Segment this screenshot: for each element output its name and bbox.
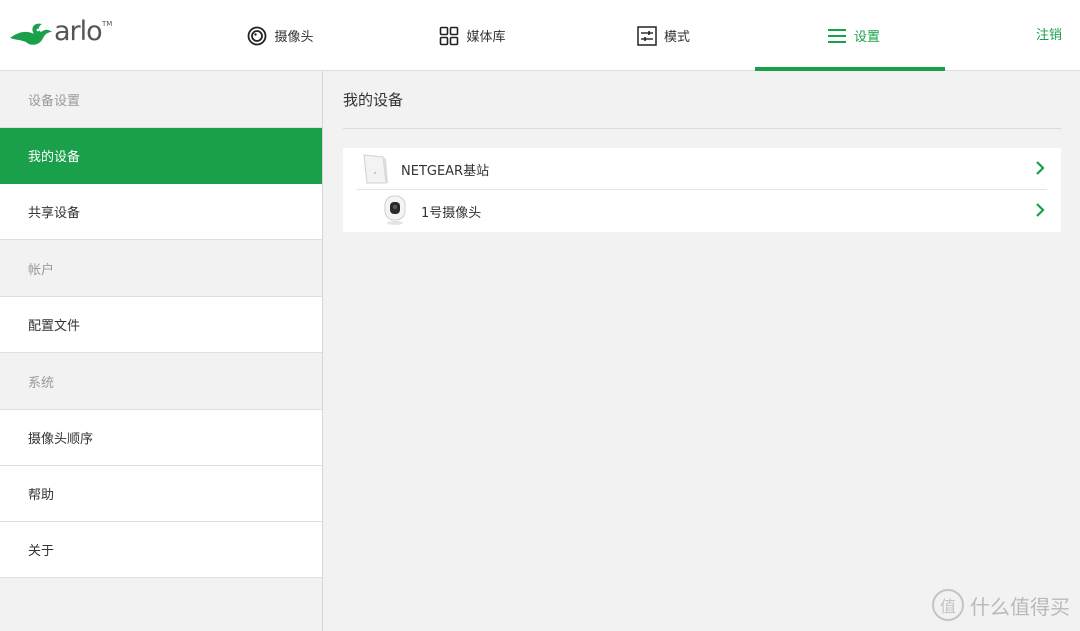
chevron-right-icon: [1036, 203, 1045, 217]
sidebar-item-camera-order[interactable]: 摄像头顺序: [0, 410, 322, 466]
watermark: 值 什么值得买: [932, 589, 1070, 621]
top-header: arlo TM 摄像头 媒体库 模式 设置 注销: [0, 0, 1080, 71]
main-content: 我的设备 NETGEAR基站 1号摄像头: [324, 71, 1080, 631]
nav-tab-label: 模式: [663, 30, 690, 45]
sidebar-item-help[interactable]: 帮助: [0, 466, 322, 522]
device-list: NETGEAR基站 1号摄像头: [343, 148, 1061, 232]
nav-tab-library[interactable]: 媒体库: [432, 0, 512, 71]
sidebar-item-my-devices[interactable]: 我的设备: [0, 128, 322, 184]
watermark-text: 什么值得买: [970, 594, 1070, 619]
nav-tab-modes[interactable]: 模式: [630, 0, 696, 71]
logo-wordmark: arlo: [54, 16, 103, 47]
nav-tab-label: 摄像头: [274, 30, 314, 45]
base-station-icon: [363, 154, 388, 184]
title-divider: [343, 128, 1061, 129]
device-name: 1号摄像头: [421, 206, 482, 221]
nav-tab-cameras[interactable]: 摄像头: [240, 0, 320, 71]
sidebar-item-shared-devices[interactable]: 共享设备: [0, 184, 322, 240]
sidebar-item-profile[interactable]: 配置文件: [0, 297, 322, 353]
trademark-mark: TM: [102, 20, 113, 28]
device-name: NETGEAR基站: [401, 164, 490, 179]
watermark-logo-icon: 值: [932, 589, 964, 621]
device-row-camera-1[interactable]: 1号摄像头: [343, 190, 1061, 231]
nav-tab-label: 媒体库: [466, 30, 506, 45]
page-title: 我的设备: [343, 91, 404, 109]
bird-logo-icon: [10, 23, 52, 45]
sidebar-section-device-settings: 设备设置: [0, 71, 322, 128]
nav-tab-label: 设置: [853, 30, 880, 45]
sidebar-item-about[interactable]: 关于: [0, 522, 322, 578]
sliders-icon: [636, 25, 658, 47]
camera-ring-icon: [246, 25, 268, 47]
device-row-base-station[interactable]: NETGEAR基站: [343, 148, 1061, 189]
sidebar-section-system: 系统: [0, 353, 322, 410]
logout-link[interactable]: 注销: [1036, 0, 1062, 66]
camera-device-icon: [384, 195, 406, 225]
menu-icon: [826, 25, 848, 47]
settings-sidebar: 设备设置 我的设备 共享设备 帐户 配置文件 系统 摄像头顺序 帮助 关于: [0, 71, 323, 631]
nav-tab-settings[interactable]: 设置: [822, 0, 884, 71]
grid-icon: [438, 25, 460, 47]
chevron-right-icon: [1036, 161, 1045, 175]
arlo-logo[interactable]: arlo TM: [8, 16, 112, 50]
sidebar-section-account: 帐户: [0, 240, 322, 297]
